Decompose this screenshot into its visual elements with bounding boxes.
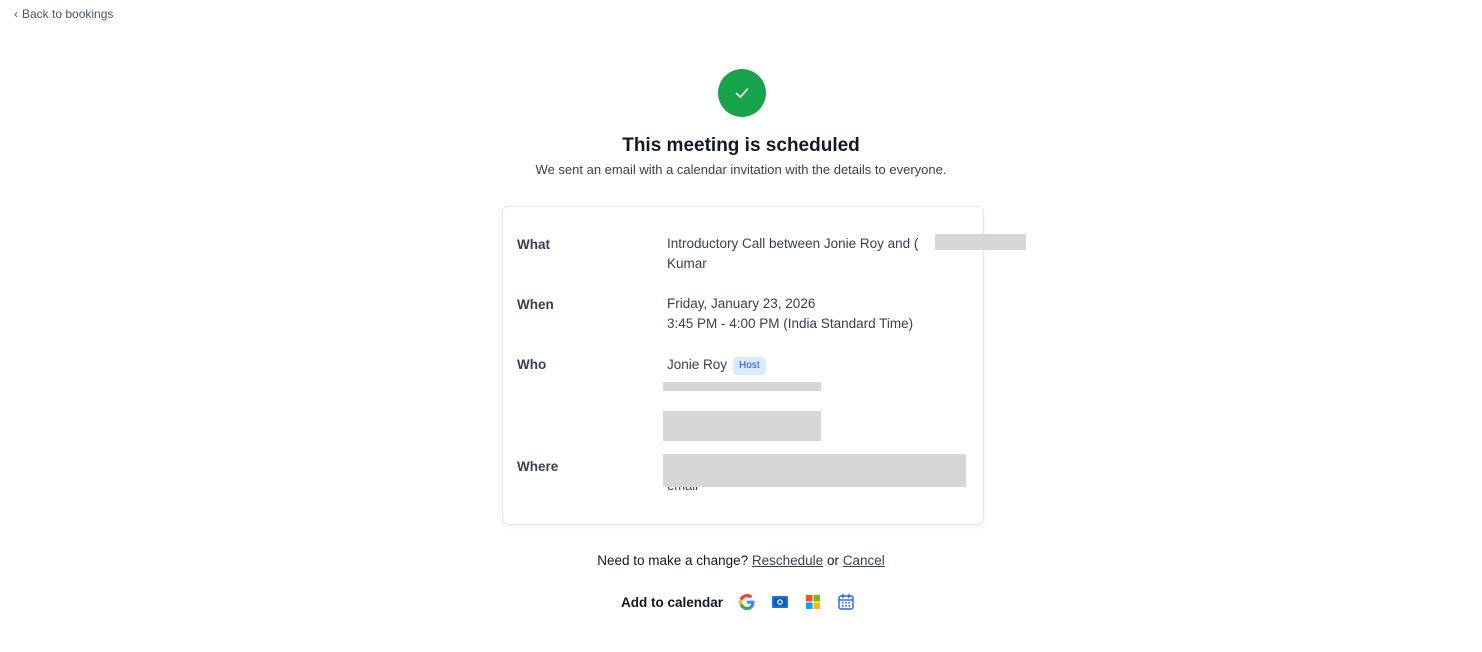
redacted-block <box>663 411 821 441</box>
host-badge: Host <box>733 357 766 375</box>
booking-details-card: What Introductory Call between Jonie Roy… <box>502 206 1026 525</box>
where-label: Where <box>517 459 559 474</box>
when-time: 3:45 PM - 4:00 PM (India Standard Time) <box>667 316 914 331</box>
cancel-link[interactable]: Cancel <box>843 553 885 568</box>
page-title: This meeting is scheduled <box>622 135 860 156</box>
reschedule-link[interactable]: Reschedule <box>752 553 823 568</box>
outlook-icon[interactable] <box>770 592 790 612</box>
back-link-label: Back to bookings <box>22 7 114 21</box>
success-check-icon <box>718 69 766 117</box>
what-label: What <box>517 237 550 252</box>
what-value-line1: Introductory Call between Jonie Roy and … <box>667 236 919 251</box>
redacted-block <box>663 382 821 391</box>
who-value: Jonie Roy Host <box>667 355 766 375</box>
or-text: or <box>826 553 839 568</box>
ics-calendar-icon[interactable] <box>836 592 856 612</box>
google-calendar-icon[interactable] <box>737 592 757 612</box>
chevron-left-icon: ‹ <box>14 7 18 21</box>
add-to-calendar-label: Add to calendar <box>621 594 724 610</box>
redacted-block <box>663 454 966 487</box>
change-prompt: Need to make a change? <box>597 553 749 568</box>
what-value-line2: Kumar <box>667 256 707 271</box>
back-to-bookings-link[interactable]: ‹ Back to bookings <box>14 7 113 21</box>
host-name: Jonie Roy <box>667 357 728 372</box>
page-subtitle: We sent an email with a calendar invitat… <box>535 162 947 177</box>
when-date: Friday, January 23, 2026 <box>667 296 816 311</box>
who-label: Who <box>517 357 547 372</box>
when-label: When <box>517 297 554 312</box>
when-value: Friday, January 23, 2026 3:45 PM - 4:00 … <box>667 294 913 334</box>
redacted-block <box>935 234 1026 250</box>
microsoft-365-icon[interactable] <box>803 592 823 612</box>
what-value: Introductory Call between Jonie Roy and … <box>667 234 918 274</box>
change-booking-line: Need to make a change? Reschedule or Can… <box>0 553 1482 568</box>
add-to-calendar-row: Add to calendar <box>621 591 869 613</box>
